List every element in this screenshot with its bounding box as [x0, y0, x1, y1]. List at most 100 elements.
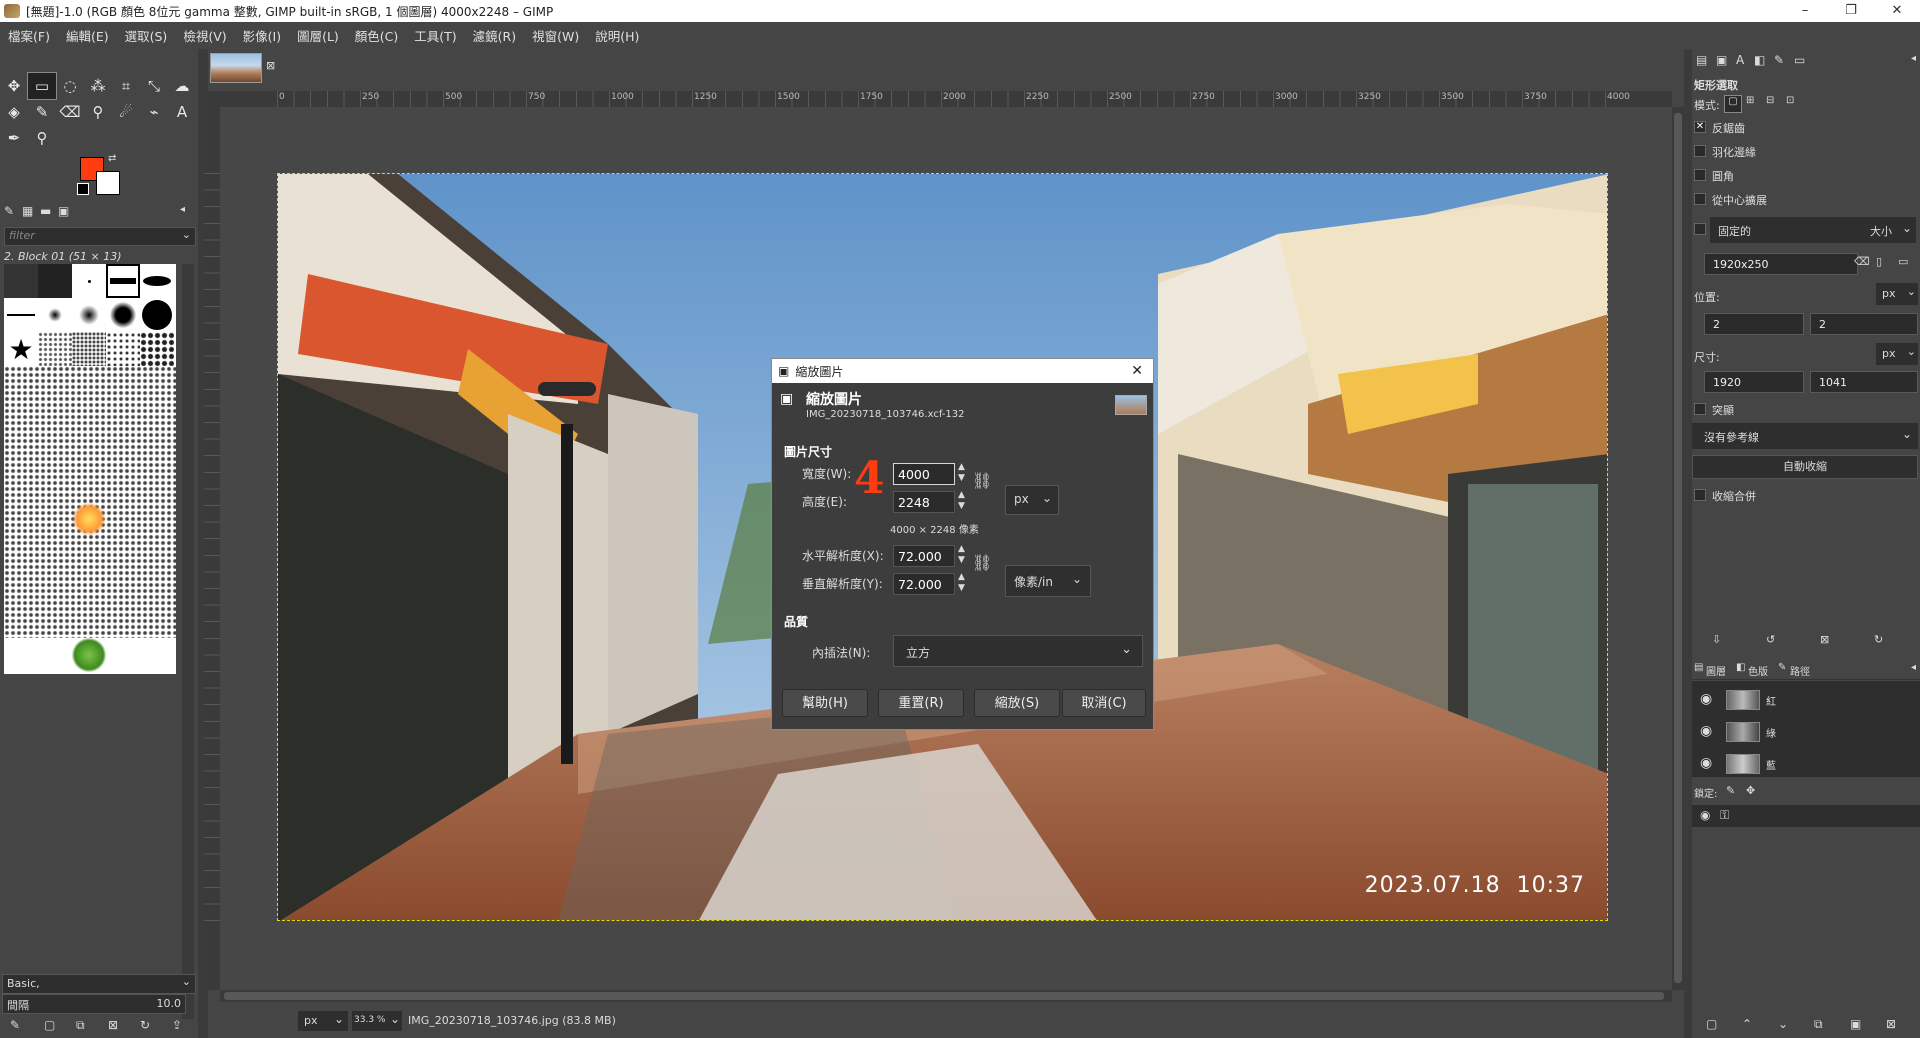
patterns-tab-icon[interactable]: ▦	[22, 204, 33, 218]
menu-select[interactable]: 選取(S)	[117, 26, 176, 45]
brush-scrollbar[interactable]	[182, 264, 194, 1019]
save-options-icon[interactable]: ⇩	[1712, 633, 1721, 646]
reset-options-icon[interactable]: ↻	[1874, 633, 1883, 646]
zoom-tool-icon[interactable]: ⚲	[28, 125, 56, 151]
brush-item[interactable]	[72, 298, 106, 332]
layers-tab-icon[interactable]: ▤	[1694, 662, 1703, 673]
preset-dropdown[interactable]: Basic, ⌄	[2, 974, 196, 994]
yres-stepper-icon[interactable]: ▲ ▼	[958, 572, 965, 594]
feather-checkbox[interactable]	[1694, 145, 1706, 157]
rect-select-tool-icon[interactable]: ▭	[27, 72, 57, 100]
brush-item[interactable]	[38, 298, 72, 332]
width-input[interactable]: 4000	[893, 463, 955, 485]
delete-options-icon[interactable]: ⊠	[1820, 633, 1829, 646]
transform-tool-icon[interactable]: ⤡	[140, 73, 168, 99]
duplicate-channel-icon[interactable]: ⧉	[1814, 1017, 1823, 1032]
help-button[interactable]: 幫助(H)	[782, 689, 868, 717]
dashboard-tab-icon[interactable]: ▭	[1794, 53, 1805, 67]
width-stepper-icon[interactable]: ▲ ▼	[958, 462, 965, 484]
rounded-checkbox[interactable]	[1694, 169, 1706, 181]
options-menu-icon[interactable]: ◂	[1911, 53, 1916, 64]
res-unit-dropdown[interactable]: 像素/in ⌄	[1005, 565, 1091, 597]
brush-item[interactable]	[4, 264, 38, 298]
delete-channel-icon[interactable]: ⊠	[1886, 1017, 1896, 1031]
auto-shrink-button[interactable]: 自動收縮	[1692, 455, 1918, 479]
lasso-tool-icon[interactable]: ◌	[56, 73, 84, 99]
menu-view[interactable]: 檢視(V)	[175, 26, 234, 45]
portrait-icon[interactable]: ▯	[1876, 255, 1882, 268]
background-color-swatch[interactable]	[96, 171, 120, 195]
menu-edit[interactable]: 編輯(E)	[58, 26, 117, 45]
alpha-visibility-icon[interactable]: ◉	[1700, 808, 1710, 822]
antialias-checkbox[interactable]: ✕	[1694, 121, 1706, 133]
mode-replace-icon[interactable]: ▢	[1724, 95, 1742, 113]
fonts-tab-icon[interactable]: ▣	[58, 204, 69, 218]
filter-dropdown-icon[interactable]: ⌄	[182, 228, 191, 241]
clone-tool-icon[interactable]: ⚲	[84, 99, 112, 125]
brush-item[interactable]	[72, 502, 106, 536]
landscape-icon[interactable]: ▭	[1898, 255, 1908, 268]
tab-layers[interactable]: 圖層	[1706, 663, 1726, 678]
res-chain-link-icon[interactable]: ⛓	[972, 553, 992, 572]
brush-item[interactable]	[72, 264, 106, 298]
minimize-icon[interactable]: –	[1782, 0, 1828, 22]
channel-to-selection-icon[interactable]: ▣	[1850, 1017, 1861, 1031]
position-y-input[interactable]: 2	[1810, 313, 1918, 335]
gradients-tab-icon[interactable]: ▬	[40, 204, 51, 218]
brush-item[interactable]	[140, 298, 174, 332]
channels-tab-icon[interactable]: ◧	[1736, 662, 1745, 673]
horizontal-scrollbar[interactable]	[220, 990, 1672, 1002]
brush-item[interactable]	[140, 332, 174, 366]
brush-item[interactable]	[106, 298, 140, 332]
shrink-merged-checkbox[interactable]	[1694, 489, 1706, 501]
eraser-tool-icon[interactable]: ⌫	[56, 99, 84, 125]
paths-tab-icon[interactable]: ✎	[1778, 662, 1786, 673]
tab-paths[interactable]: 路徑	[1790, 663, 1810, 678]
mode-subtract-icon[interactable]: ⊟	[1766, 95, 1774, 106]
restore-options-icon[interactable]: ↺	[1766, 633, 1775, 646]
visibility-eye-icon[interactable]: ◉	[1700, 755, 1712, 771]
edit-brush-icon[interactable]: ✎	[10, 1018, 20, 1032]
guides-dropdown[interactable]: 沒有參考線 ⌄	[1692, 423, 1918, 449]
brush-filter-input[interactable]: filter ⌄	[4, 227, 196, 246]
duplicate-brush-icon[interactable]: ⧉	[76, 1018, 85, 1033]
image-tab-thumbnail[interactable]	[210, 53, 262, 83]
visibility-eye-icon[interactable]: ◉	[1700, 723, 1712, 739]
brush-item[interactable]	[72, 638, 106, 672]
warp-tool-icon[interactable]: ☁	[168, 73, 196, 99]
size-unit-dropdown[interactable]: px ⌄	[1005, 485, 1059, 515]
vertical-scrollbar[interactable]	[1672, 107, 1684, 990]
menu-filters[interactable]: 濾鏡(R)	[465, 26, 524, 45]
ruler-corner[interactable]	[204, 91, 220, 107]
device-status-tab-icon[interactable]: ▣	[1716, 53, 1727, 67]
menu-file[interactable]: 檔案(F)	[0, 26, 58, 45]
channel-row-blue[interactable]: ◉ 藍	[1692, 751, 1920, 777]
brush-item[interactable]	[72, 332, 106, 366]
height-input[interactable]: 2248	[893, 491, 955, 513]
channel-row-red[interactable]: ◉ 紅	[1692, 687, 1920, 713]
zoom-dropdown[interactable]: 33.3 % ⌄	[352, 1011, 402, 1031]
undo-history-tab-icon[interactable]: ✎	[1774, 53, 1784, 67]
text-tool-icon[interactable]: A	[168, 99, 196, 125]
new-channel-icon[interactable]: ▢	[1706, 1017, 1717, 1031]
visibility-eye-icon[interactable]: ◉	[1700, 691, 1712, 707]
reset-button[interactable]: 重置(R)	[878, 689, 964, 717]
fixed-checkbox[interactable]	[1694, 223, 1706, 235]
default-colors-icon[interactable]	[77, 183, 89, 195]
menu-help[interactable]: 說明(H)	[587, 26, 647, 45]
menu-image[interactable]: 影像(I)	[235, 26, 289, 45]
spacing-slider[interactable]: 間隔 10.0	[2, 994, 186, 1014]
interpolation-dropdown[interactable]: 立方 ⌄	[893, 635, 1143, 667]
open-brush-icon[interactable]: ⇪	[172, 1018, 182, 1032]
panel-menu-icon[interactable]: ◂	[180, 204, 185, 215]
close-window-icon[interactable]: ✕	[1874, 0, 1920, 22]
tool-options-tab-icon[interactable]: ▤	[1696, 53, 1707, 67]
fonts-tab-icon[interactable]: A	[1736, 53, 1744, 67]
brushes-tab-icon[interactable]: ✎	[4, 204, 14, 218]
raise-channel-icon[interactable]: ⌃	[1742, 1017, 1752, 1031]
lower-channel-icon[interactable]: ⌄	[1778, 1017, 1788, 1031]
close-tab-icon[interactable]: ⊠	[266, 59, 275, 72]
menu-windows[interactable]: 視窗(W)	[524, 26, 587, 45]
height-stepper-icon[interactable]: ▲ ▼	[958, 490, 965, 512]
tab-channels[interactable]: 色版	[1748, 663, 1768, 678]
